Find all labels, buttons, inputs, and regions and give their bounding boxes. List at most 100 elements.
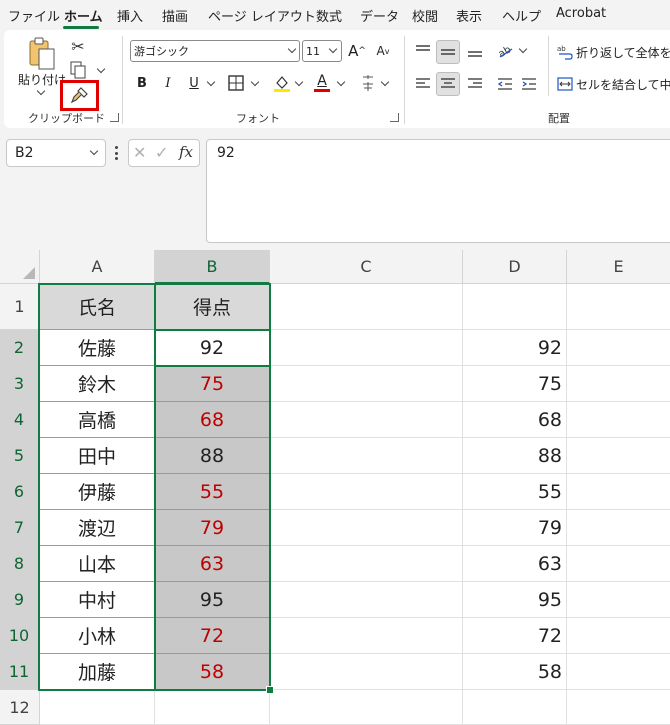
column-header-c[interactable]: C xyxy=(270,250,463,284)
row-header[interactable]: 6 xyxy=(0,474,40,510)
paste-label[interactable]: 貼り付け xyxy=(18,71,66,88)
menu-help[interactable]: ヘルプ xyxy=(502,6,541,25)
name-cell[interactable]: 山本 xyxy=(40,546,155,582)
score-copy-cell[interactable]: 68 xyxy=(463,402,567,438)
fill-color-icon[interactable] xyxy=(272,72,292,94)
orientation-icon[interactable]: ab xyxy=(494,40,516,62)
score-cell[interactable]: 79 xyxy=(155,510,270,546)
font-size-select[interactable]: 11 xyxy=(302,40,342,62)
name-cell[interactable]: 鈴木 xyxy=(40,366,155,402)
empty-cell[interactable] xyxy=(567,366,670,402)
name-box[interactable]: B2 xyxy=(6,139,106,167)
insert-function-icon[interactable]: fx xyxy=(179,143,193,161)
row-header[interactable]: 12 xyxy=(0,690,40,725)
more-options-icon[interactable] xyxy=(114,146,118,160)
score-cell[interactable]: 63 xyxy=(155,546,270,582)
row-header[interactable]: 5 xyxy=(0,438,40,474)
name-cell[interactable]: 小林 xyxy=(40,618,155,654)
formula-input[interactable]: 92 xyxy=(206,139,670,243)
score-copy-cell[interactable]: 79 xyxy=(463,510,567,546)
clipboard-launcher-icon[interactable] xyxy=(110,113,119,122)
paste-icon[interactable] xyxy=(26,36,58,72)
score-cell[interactable]: 95 xyxy=(155,582,270,618)
empty-cell[interactable] xyxy=(567,474,670,510)
name-cell[interactable]: 高橋 xyxy=(40,402,155,438)
wrap-text-icon[interactable]: ab xyxy=(556,42,574,62)
empty-cell[interactable] xyxy=(567,618,670,654)
score-copy-cell[interactable]: 92 xyxy=(463,330,567,366)
column-header-b[interactable]: B xyxy=(155,250,270,284)
empty-cell[interactable] xyxy=(270,438,463,474)
empty-cell[interactable] xyxy=(567,330,670,366)
row-header[interactable]: 9 xyxy=(0,582,40,618)
menu-draw[interactable]: 描画 xyxy=(162,6,188,25)
align-left-icon[interactable] xyxy=(412,72,434,96)
menu-data[interactable]: データ xyxy=(360,6,399,25)
menu-page-layout[interactable]: ページ レイアウト xyxy=(208,6,316,25)
row-header[interactable]: 4 xyxy=(0,402,40,438)
wrap-text-label[interactable]: 折り返して全体を表 xyxy=(576,44,670,61)
name-cell[interactable]: 渡辺 xyxy=(40,510,155,546)
empty-cell[interactable] xyxy=(567,690,670,725)
score-cell[interactable]: 88 xyxy=(155,438,270,474)
name-cell[interactable]: 加藤 xyxy=(40,654,155,690)
cut-icon[interactable]: ✂ xyxy=(68,36,88,56)
empty-cell[interactable] xyxy=(567,402,670,438)
select-all-corner[interactable] xyxy=(0,250,40,284)
phonetic-guide-icon[interactable] xyxy=(358,72,378,94)
copy-icon[interactable] xyxy=(68,60,88,80)
empty-cell[interactable] xyxy=(270,546,463,582)
empty-cell[interactable] xyxy=(270,654,463,690)
merge-center-icon[interactable] xyxy=(556,74,574,94)
empty-cell[interactable] xyxy=(567,438,670,474)
score-cell[interactable]: 75 xyxy=(155,366,270,402)
merge-center-label[interactable]: セルを結合して中央 xyxy=(576,76,670,93)
empty-cell[interactable] xyxy=(567,654,670,690)
cancel-icon[interactable]: ✕ xyxy=(133,143,146,162)
row-header[interactable]: 8 xyxy=(0,546,40,582)
format-painter-button[interactable] xyxy=(60,80,99,111)
empty-cell[interactable] xyxy=(270,474,463,510)
grow-font-button[interactable]: A ^ xyxy=(346,40,368,62)
empty-cell[interactable] xyxy=(270,510,463,546)
score-cell[interactable]: 55 xyxy=(155,474,270,510)
underline-button[interactable]: U xyxy=(184,72,204,94)
empty-cell[interactable] xyxy=(567,546,670,582)
empty-cell[interactable] xyxy=(270,330,463,366)
score-copy-cell[interactable]: 72 xyxy=(463,618,567,654)
name-cell[interactable]: 中村 xyxy=(40,582,155,618)
row-header[interactable]: 2 xyxy=(0,330,40,366)
menu-insert[interactable]: 挿入 xyxy=(117,6,143,25)
menu-review[interactable]: 校閲 xyxy=(412,6,438,25)
score-copy-cell[interactable]: 58 xyxy=(463,654,567,690)
empty-cell[interactable] xyxy=(270,284,463,330)
increase-indent-icon[interactable] xyxy=(518,72,540,96)
row-header[interactable]: 7 xyxy=(0,510,40,546)
borders-icon[interactable] xyxy=(226,73,246,93)
align-right-icon[interactable] xyxy=(464,72,486,96)
menu-home[interactable]: ホーム xyxy=(64,6,103,25)
menu-file[interactable]: ファイル xyxy=(8,6,60,25)
empty-cell[interactable] xyxy=(567,284,670,330)
score-cell[interactable]: 68 xyxy=(155,402,270,438)
font-name-select[interactable]: 游ゴシック xyxy=(130,40,300,62)
row-header[interactable]: 3 xyxy=(0,366,40,402)
empty-cell[interactable] xyxy=(567,510,670,546)
score-cell[interactable]: 92 xyxy=(155,330,270,366)
name-cell[interactable]: 伊藤 xyxy=(40,474,155,510)
empty-cell[interactable] xyxy=(270,402,463,438)
score-copy-cell[interactable]: 75 xyxy=(463,366,567,402)
empty-cell[interactable] xyxy=(270,618,463,654)
empty-cell[interactable] xyxy=(155,690,270,725)
row-header[interactable]: 10 xyxy=(0,618,40,654)
name-cell[interactable]: 佐藤 xyxy=(40,330,155,366)
menu-view[interactable]: 表示 xyxy=(456,6,482,25)
italic-button[interactable]: I xyxy=(158,72,178,94)
empty-cell[interactable] xyxy=(463,284,567,330)
decrease-indent-icon[interactable] xyxy=(494,72,516,96)
header-cell-name[interactable]: 氏名 xyxy=(40,284,155,330)
row-header[interactable]: 1 xyxy=(0,284,40,330)
empty-cell[interactable] xyxy=(270,582,463,618)
menu-formulas[interactable]: 数式 xyxy=(316,6,342,25)
enter-icon[interactable]: ✓ xyxy=(155,143,168,162)
